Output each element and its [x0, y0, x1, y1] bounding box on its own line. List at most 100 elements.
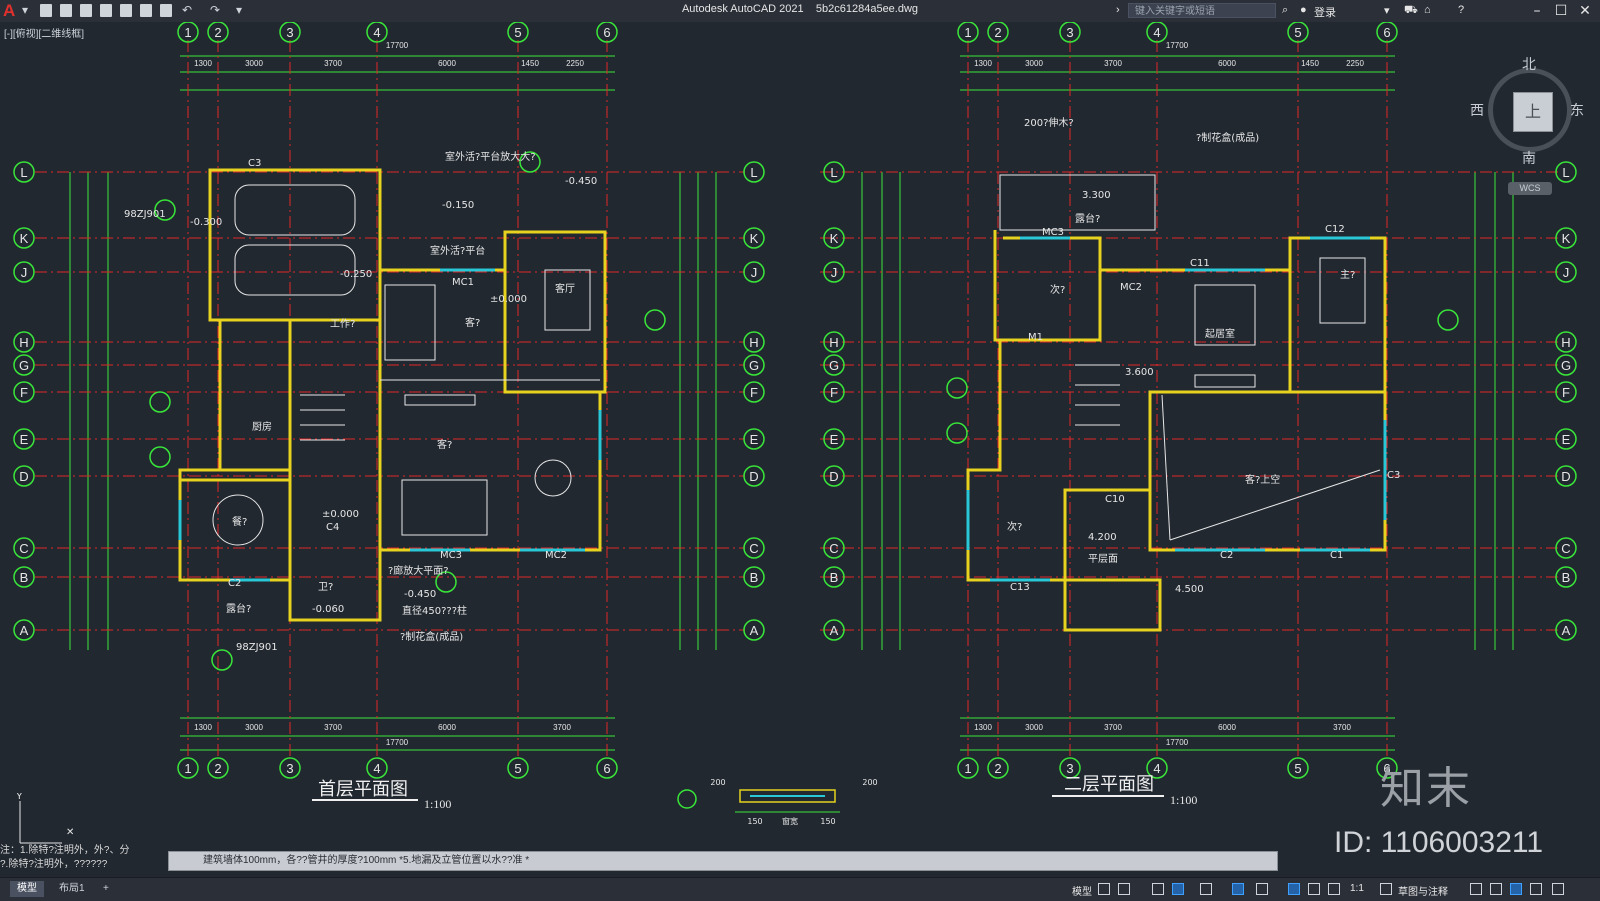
search-input[interactable]: 键入关键字或短语 — [1128, 3, 1276, 18]
axis-label: 5 — [1294, 25, 1301, 40]
dim-text: 3700 — [1104, 723, 1122, 732]
axis-label: 1 — [964, 25, 971, 40]
tag-label: C3 — [1387, 470, 1400, 481]
hardware-acceleration-icon[interactable] — [1510, 883, 1522, 895]
level-label: 3.300 — [1082, 190, 1111, 201]
user-icon[interactable]: ● — [1300, 4, 1307, 16]
axis-label: H — [829, 335, 838, 350]
customize-icon[interactable] — [1552, 883, 1564, 895]
room-label: 工作? — [330, 318, 355, 330]
polar-icon[interactable] — [1172, 883, 1184, 895]
dim-text: 3700 — [1104, 59, 1122, 68]
axis-label: L — [750, 165, 757, 180]
dim-text: 200 — [710, 778, 725, 787]
dim-text: 2250 — [1346, 59, 1364, 68]
a360-icon[interactable]: ⌂ — [1424, 4, 1431, 16]
room-label: 客?上空 — [1245, 473, 1280, 486]
level-label: -0.060 — [312, 604, 344, 615]
cart-icon[interactable]: ⛟ — [1404, 4, 1418, 18]
gear-icon[interactable] — [1380, 883, 1392, 895]
dim-text: 1300 — [194, 59, 212, 68]
annotation-visibility-icon[interactable] — [1288, 883, 1300, 895]
account-chevron-icon[interactable]: ▾ — [1384, 4, 1390, 17]
svg-text:✕: ✕ — [66, 827, 74, 838]
compass-north[interactable]: 北 — [1522, 54, 1536, 74]
level-label: ±0.000 — [322, 509, 359, 520]
command-input[interactable]: 建筑墙体100mm，各??管井的厚度?100mm *5.地漏及立管位置以水??准… — [168, 851, 1278, 871]
tab-model[interactable]: 模型 — [10, 881, 44, 897]
axis-label: H — [1561, 335, 1570, 350]
axis-label: F — [1562, 385, 1570, 400]
axis-label: 1 — [184, 25, 191, 40]
axis-label: 6 — [603, 25, 610, 40]
tag-label: C1 — [1330, 550, 1343, 561]
axis-label: A — [1562, 623, 1571, 638]
tag-label: C11 — [1190, 258, 1210, 269]
dim-text: 200 — [862, 778, 877, 787]
level-label: 4.500 — [1175, 584, 1204, 595]
dim-text: 6000 — [438, 723, 456, 732]
dim-text: 150 — [747, 817, 762, 826]
plan-scale: 1:100 — [424, 797, 451, 811]
compass-west[interactable]: 西 — [1470, 100, 1484, 120]
model-space-toggle[interactable]: 模型 — [1072, 883, 1092, 898]
add-layout-button[interactable]: + — [96, 881, 116, 897]
maximize-icon[interactable]: ☐ — [1552, 2, 1570, 20]
axis-label: G — [749, 358, 759, 373]
axis-label: E — [1562, 432, 1571, 447]
lineweight-icon[interactable] — [1256, 883, 1268, 895]
dim-text: 6000 — [1218, 723, 1236, 732]
tag-label: 直径450???柱 — [402, 604, 467, 617]
workspace-switch[interactable]: 草图与注释 — [1398, 883, 1448, 898]
minimize-icon[interactable]: – — [1528, 2, 1546, 20]
view-cube[interactable]: 上 北 南 西 东 — [1470, 57, 1584, 167]
room-label: 客? — [465, 316, 480, 329]
axis-label: D — [829, 469, 838, 484]
search-icon[interactable]: ⌕ — [1282, 4, 1288, 17]
object-snap-icon[interactable] — [1232, 883, 1244, 895]
level-label: 3.600 — [1125, 367, 1154, 378]
dim-text: 3700 — [1333, 723, 1351, 732]
viewport-controls[interactable]: [-][俯视][二维线框] — [4, 25, 84, 40]
plus-icon[interactable] — [1470, 883, 1482, 895]
dim-text: 1450 — [521, 59, 539, 68]
annotation-scale-icon[interactable] — [1328, 883, 1340, 895]
tag-label: C2 — [228, 578, 241, 589]
search-chevron-icon[interactable]: › — [1116, 4, 1120, 16]
axis-label: H — [19, 335, 28, 350]
dim-text: 3000 — [1025, 59, 1043, 68]
axis-label: G — [19, 358, 29, 373]
view-cube-face[interactable]: 上 — [1513, 92, 1553, 132]
room-label: 起居室 — [1205, 327, 1235, 340]
help-icon[interactable]: ? — [1458, 4, 1464, 16]
isolate-icon[interactable] — [1490, 883, 1502, 895]
grid-icon[interactable] — [1098, 883, 1110, 895]
snap-icon[interactable] — [1118, 883, 1130, 895]
room-label: 厨房 — [252, 420, 272, 433]
login-link[interactable]: 登录 — [1314, 4, 1336, 20]
wcs-menu[interactable]: WCS — [1508, 182, 1552, 195]
title-bar: A ▾ ↶ ↷ ▾ Autodesk AutoCAD 2021 5b2c6128… — [0, 0, 1600, 23]
status-bar: 模型 布局1 + 模型 1:1 草图与注释 — [0, 877, 1600, 901]
axis-label: B — [20, 570, 29, 585]
axis-label: B — [830, 570, 839, 585]
isodraft-icon[interactable] — [1200, 883, 1212, 895]
ortho-icon[interactable] — [1152, 883, 1164, 895]
axis-label: G — [1561, 358, 1571, 373]
auto-scale-icon[interactable] — [1308, 883, 1320, 895]
room-label: 露台? — [1075, 212, 1100, 225]
axis-label: F — [750, 385, 758, 400]
annotation-scale-value[interactable]: 1:1 — [1350, 883, 1364, 894]
tag-label: M1 — [1028, 332, 1043, 343]
close-icon[interactable]: ✕ — [1576, 2, 1594, 20]
dim-text: 1300 — [194, 723, 212, 732]
axis-label: L — [20, 165, 27, 180]
command-input-text: 建筑墙体100mm，各??管井的厚度?100mm *5.地漏及立管位置以水??准… — [203, 855, 530, 866]
axis-label: C — [829, 541, 838, 556]
drawing-canvas[interactable]: 1 2 3 4 5 6 1 2 3 4 5 6 L K J H G F E D … — [0, 22, 1600, 877]
plan-title: 二层平面图 — [1064, 774, 1154, 795]
compass-south[interactable]: 南 — [1522, 148, 1536, 168]
compass-east[interactable]: 东 — [1570, 100, 1584, 120]
clean-screen-icon[interactable] — [1530, 883, 1542, 895]
tab-layout1[interactable]: 布局1 — [52, 881, 92, 897]
